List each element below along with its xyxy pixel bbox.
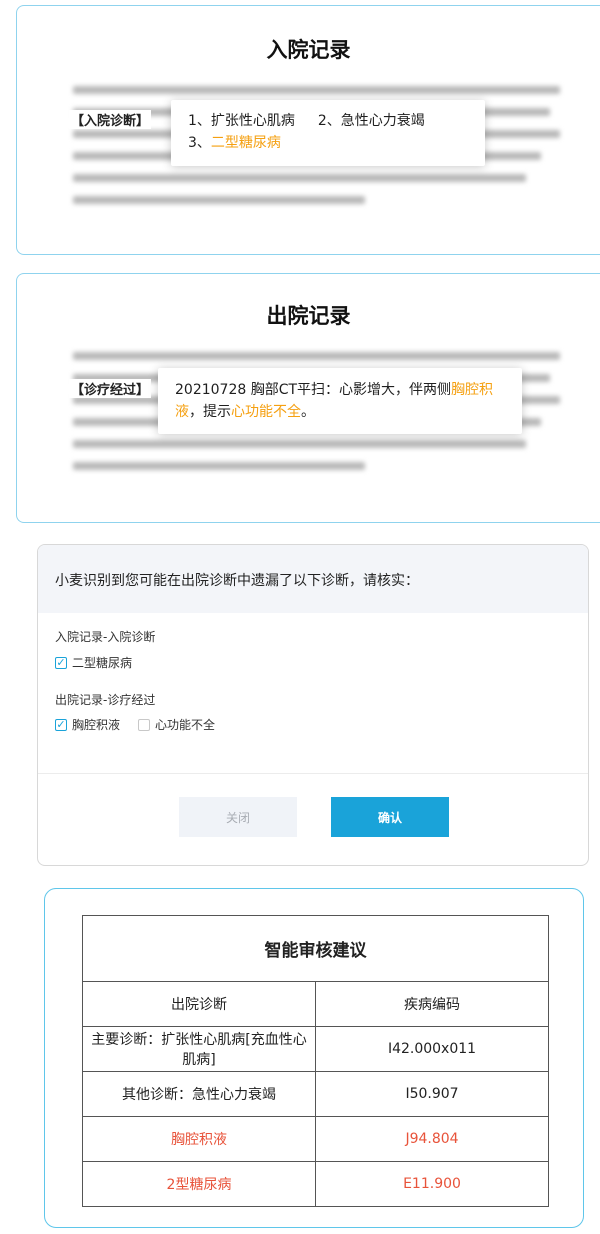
- diagnosis-3-highlight: 二型糖尿病: [210, 135, 281, 151]
- checkbox-item-cardiac-insufficiency[interactable]: 心功能不全: [138, 716, 215, 733]
- group-title-discharge: 出院记录-诊疗经过: [55, 693, 156, 707]
- diagnosis-line-2: 3、二型糖尿病: [188, 135, 281, 151]
- cardiac-insufficiency-highlight: 心功能不全: [231, 404, 301, 420]
- diagnosis-2: 急性心力衰竭: [340, 113, 425, 129]
- checkbox-checked-icon[interactable]: ✓: [55, 656, 67, 669]
- table-header-row: 出院诊断 疾病编码: [82, 981, 549, 1027]
- diagnosis-line-1: 1、扩张性心肌病 2、急性心力衰竭: [188, 113, 425, 129]
- table-row: 主要诊断：扩张性心肌病[充血性心肌病] I42.000x011: [82, 1026, 549, 1072]
- table-row: 其他诊断：急性心力衰竭 I50.907: [82, 1071, 549, 1117]
- code-cell: I50.907: [315, 1071, 549, 1117]
- code-cell: J94.804: [315, 1116, 549, 1162]
- audit-suggestion-table: 智能审核建议 出院诊断 疾病编码 主要诊断：扩张性心肌病[充血性心肌病] I42…: [82, 915, 549, 1207]
- code-cell: E11.900: [315, 1161, 549, 1207]
- table-row-missing: 胸腔积液 J94.804: [82, 1116, 549, 1162]
- audit-suggestion-card: 智能审核建议 出院诊断 疾病编码 主要诊断：扩张性心肌病[充血性心肌病] I42…: [44, 888, 584, 1228]
- close-button[interactable]: 关闭: [179, 797, 297, 837]
- dialog-message: 小麦识别到您可能在出院诊断中遗漏了以下诊断，请核实：: [38, 545, 588, 613]
- admission-record-panel: 入院记录 【入院诊断】 1、扩张性心肌病 2、急性心力衰竭 3、二型糖尿病: [16, 5, 600, 255]
- checkbox-row-discharge: ✓ 胸腔积液 心功能不全: [55, 716, 233, 733]
- checkbox-item-pleural-effusion[interactable]: ✓ 胸腔积液: [55, 716, 120, 733]
- header-discharge-diagnosis: 出院诊断: [82, 981, 316, 1027]
- discharge-record-panel: 出院记录 【诊疗经过】 20210728 胸部CT平扫：心影增大，伴两侧胸腔积液…: [16, 273, 600, 523]
- group-title-admission: 入院记录-入院诊断: [55, 630, 156, 644]
- treatment-course-popover: 20210728 胸部CT平扫：心影增大，伴两侧胸腔积液，提示心功能不全。: [158, 368, 522, 434]
- dialog-divider: [38, 773, 588, 774]
- discharge-record-title: 出院记录: [266, 304, 351, 328]
- confirm-button[interactable]: 确认: [331, 797, 449, 837]
- treatment-course-label: 【诊疗经过】: [69, 379, 152, 398]
- diagnosis-cell: 主要诊断：扩张性心肌病[充血性心肌病]: [82, 1026, 316, 1072]
- checkbox-row-admission: ✓ 二型糖尿病: [55, 654, 150, 671]
- diagnosis-cell: 胸腔积液: [82, 1116, 316, 1162]
- diagnosis-1: 扩张性心肌病: [210, 113, 295, 129]
- header-disease-code: 疾病编码: [315, 981, 549, 1027]
- diagnosis-cell: 2型糖尿病: [82, 1161, 316, 1207]
- checkbox-item-diabetes[interactable]: ✓ 二型糖尿病: [55, 654, 132, 671]
- checkbox-checked-icon[interactable]: ✓: [55, 718, 67, 731]
- admission-record-title: 入院记录: [266, 38, 351, 62]
- admission-diagnosis-popover: 1、扩张性心肌病 2、急性心力衰竭 3、二型糖尿病: [171, 100, 485, 166]
- checkbox-unchecked-icon[interactable]: [138, 718, 151, 731]
- admission-diagnosis-label: 【入院诊断】: [69, 110, 152, 129]
- code-cell: I42.000x011: [315, 1026, 549, 1072]
- table-row-missing: 2型糖尿病 E11.900: [82, 1161, 549, 1207]
- diagnosis-cell: 其他诊断：急性心力衰竭: [82, 1071, 316, 1117]
- suggestion-title: 智能审核建议: [82, 915, 549, 982]
- missed-diagnosis-dialog: 小麦识别到您可能在出院诊断中遗漏了以下诊断，请核实： 入院记录-入院诊断 ✓ 二…: [37, 544, 589, 866]
